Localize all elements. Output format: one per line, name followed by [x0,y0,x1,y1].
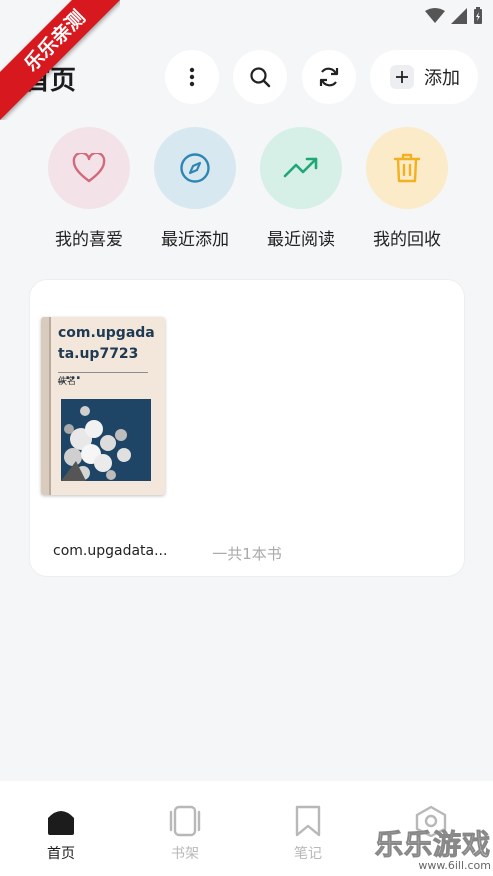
book-spine-edge [49,317,51,495]
refresh-button[interactable] [302,50,356,104]
promo-ribbon: 乐乐亲测 [0,0,120,120]
book-count: 一共1本书 [212,545,282,563]
trending-up-icon [283,157,318,178]
nav-label: 首页 [47,846,75,862]
recent-added-circle [154,127,236,209]
search-button[interactable] [233,50,287,104]
quick-label: 我的喜爱 [55,230,123,250]
quick-label: 最近添加 [161,230,229,250]
recent-read-circle [260,127,342,209]
bookshelf-card: com.upgadata.up7723_... 佚名 com.upgadata.… [29,279,465,577]
more-vertical-icon [189,67,195,87]
favorites-circle [48,127,130,209]
quick-recent-added[interactable]: 最近添加 [154,127,236,250]
quick-favorites[interactable]: 我的喜爱 [48,127,130,250]
add-button[interactable]: 添加 [370,50,478,104]
book-author: 佚名 [58,377,77,387]
quick-recent-read[interactable]: 最近阅读 [260,127,342,250]
book-cover-divider [58,372,148,373]
quick-label: 最近阅读 [267,230,335,250]
home-icon [48,811,74,835]
refresh-icon [319,67,339,87]
book-cover-image [61,399,151,481]
nav-label: 笔记 [294,846,322,862]
wifi-icon [425,8,445,23]
book-spine [41,317,49,495]
watermark-brand: 乐乐游戏 [374,828,491,862]
quick-actions: 我的喜爱 最近添加 最近阅读 我的回收 [48,127,448,250]
search-icon [250,67,271,88]
ribbon-text: 乐乐亲测 [0,0,120,120]
nav-home[interactable]: 首页 [21,803,101,863]
bookmark-icon [295,805,321,837]
quick-label: 我的回收 [373,230,441,250]
trash-icon [393,153,421,183]
nav-bookshelf[interactable]: 书架 [145,803,225,863]
watermark: 乐乐游戏 www.6ill.com [374,823,491,873]
book-item[interactable]: com.upgadata.up7723_... 佚名 com.upgadata.… [41,317,167,559]
bookshelf-icon [169,805,201,837]
more-button[interactable] [165,50,219,104]
nav-label: 书架 [171,846,199,862]
trash-circle [366,127,448,209]
compass-icon [180,153,210,183]
add-button-label: 添加 [424,68,460,89]
battery-icon [474,7,482,24]
signal-icon [451,8,467,24]
quick-trash[interactable]: 我的回收 [366,127,448,250]
heart-icon [72,153,106,183]
plus-icon [390,65,414,89]
nav-notes[interactable]: 笔记 [268,803,348,863]
